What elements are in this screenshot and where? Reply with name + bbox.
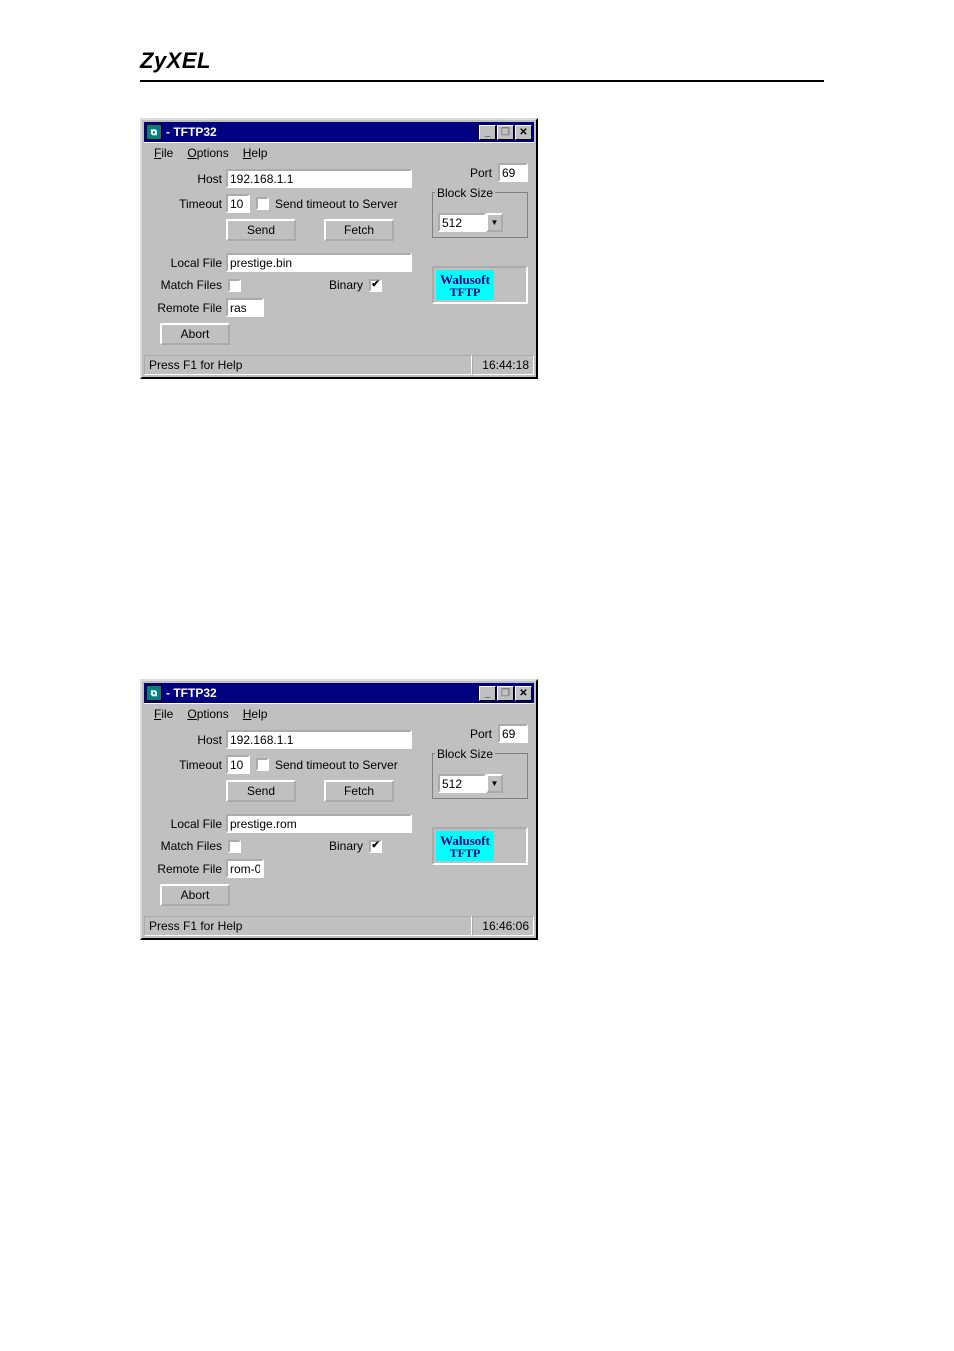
block-size-label: Block Size xyxy=(435,186,495,200)
binary-checkbox[interactable]: ✔ xyxy=(369,279,382,292)
binary-label: Binary xyxy=(329,839,363,853)
window-title: - TFTP32 xyxy=(166,125,478,139)
app-icon: ⧉ xyxy=(146,685,162,701)
remote-file-input[interactable] xyxy=(226,298,264,317)
check-icon: ✔ xyxy=(371,841,379,851)
close-icon: ✕ xyxy=(519,127,527,138)
tftp32-window-2: ⧉ - TFTP32 _ ❐ ✕ File Options Help Host … xyxy=(140,679,538,940)
local-file-input[interactable] xyxy=(226,814,412,833)
minimize-icon: _ xyxy=(485,127,491,138)
status-time: 16:44:18 xyxy=(472,355,534,375)
tftp32-window-1: ⧉ - TFTP32 _ ❐ ✕ File Options Help Host … xyxy=(140,118,538,379)
port-input[interactable] xyxy=(498,163,528,182)
binary-checkbox[interactable]: ✔ xyxy=(369,840,382,853)
app-icon: ⧉ xyxy=(146,124,162,140)
chevron-down-icon: ▼ xyxy=(491,779,499,788)
statusbar: Press F1 for Help 16:46:06 xyxy=(144,916,534,936)
check-icon: ✔ xyxy=(371,280,379,290)
timeout-label: Timeout xyxy=(150,758,222,772)
menubar: File Options Help xyxy=(144,142,534,163)
fetch-button[interactable]: Fetch xyxy=(324,219,394,241)
remote-file-input[interactable] xyxy=(226,859,264,878)
status-message: Press F1 for Help xyxy=(144,916,472,936)
block-size-dropdown-button[interactable]: ▼ xyxy=(486,774,503,793)
menu-help[interactable]: Help xyxy=(239,145,272,161)
send-button[interactable]: Send xyxy=(226,780,296,802)
block-size-select[interactable]: 512 xyxy=(438,774,486,793)
remote-file-label: Remote File xyxy=(150,862,222,876)
send-timeout-checkbox[interactable] xyxy=(256,197,269,210)
send-timeout-checkbox[interactable] xyxy=(256,758,269,771)
block-size-group: Block Size 512 ▼ xyxy=(432,192,528,238)
walusoft-logo-line2: TFTP xyxy=(438,847,492,859)
menu-options[interactable]: Options xyxy=(183,706,232,722)
restore-button: ❐ xyxy=(497,686,514,701)
restore-icon: ❐ xyxy=(501,127,510,138)
match-files-label: Match Files xyxy=(150,278,222,292)
chevron-down-icon: ▼ xyxy=(491,218,499,227)
port-label: Port xyxy=(470,727,492,741)
timeout-input[interactable] xyxy=(226,194,250,213)
walusoft-logo: Walusoft TFTP xyxy=(432,827,528,865)
host-label: Host xyxy=(150,733,222,747)
abort-button[interactable]: Abort xyxy=(160,884,230,906)
status-time: 16:46:06 xyxy=(472,916,534,936)
restore-icon: ❐ xyxy=(501,688,510,699)
block-size-label: Block Size xyxy=(435,747,495,761)
port-input[interactable] xyxy=(498,724,528,743)
block-size-dropdown-button[interactable]: ▼ xyxy=(486,213,503,232)
fetch-button[interactable]: Fetch xyxy=(324,780,394,802)
send-button[interactable]: Send xyxy=(226,219,296,241)
restore-button: ❐ xyxy=(497,125,514,140)
local-file-label: Local File xyxy=(150,817,222,831)
titlebar[interactable]: ⧉ - TFTP32 _ ❐ ✕ xyxy=(144,683,534,703)
timeout-input[interactable] xyxy=(226,755,250,774)
host-input[interactable] xyxy=(226,730,412,749)
menu-options[interactable]: Options xyxy=(183,145,232,161)
brand-logo: ZyXEL xyxy=(140,48,211,73)
titlebar[interactable]: ⧉ - TFTP32 _ ❐ ✕ xyxy=(144,122,534,142)
minimize-icon: _ xyxy=(485,688,491,699)
timeout-label: Timeout xyxy=(150,197,222,211)
match-files-checkbox[interactable] xyxy=(228,840,241,853)
match-files-checkbox[interactable] xyxy=(228,279,241,292)
walusoft-logo-line2: TFTP xyxy=(438,286,492,298)
menu-help[interactable]: Help xyxy=(239,706,272,722)
window-title: - TFTP32 xyxy=(166,686,478,700)
close-icon: ✕ xyxy=(519,688,527,699)
host-input[interactable] xyxy=(226,169,412,188)
send-timeout-label: Send timeout to Server xyxy=(275,758,398,772)
remote-file-label: Remote File xyxy=(150,301,222,315)
page-header: ZyXEL xyxy=(140,48,824,82)
menu-file[interactable]: File xyxy=(150,706,177,722)
walusoft-logo: Walusoft TFTP xyxy=(432,266,528,304)
local-file-label: Local File xyxy=(150,256,222,270)
minimize-button[interactable]: _ xyxy=(479,686,496,701)
close-button[interactable]: ✕ xyxy=(515,125,532,140)
port-label: Port xyxy=(470,166,492,180)
block-size-select[interactable]: 512 xyxy=(438,213,486,232)
local-file-input[interactable] xyxy=(226,253,412,272)
match-files-label: Match Files xyxy=(150,839,222,853)
binary-label: Binary xyxy=(329,278,363,292)
menubar: File Options Help xyxy=(144,703,534,724)
host-label: Host xyxy=(150,172,222,186)
send-timeout-label: Send timeout to Server xyxy=(275,197,398,211)
status-message: Press F1 for Help xyxy=(144,355,472,375)
block-size-group: Block Size 512 ▼ xyxy=(432,753,528,799)
close-button[interactable]: ✕ xyxy=(515,686,532,701)
abort-button[interactable]: Abort xyxy=(160,323,230,345)
statusbar: Press F1 for Help 16:44:18 xyxy=(144,355,534,375)
minimize-button[interactable]: _ xyxy=(479,125,496,140)
menu-file[interactable]: File xyxy=(150,145,177,161)
